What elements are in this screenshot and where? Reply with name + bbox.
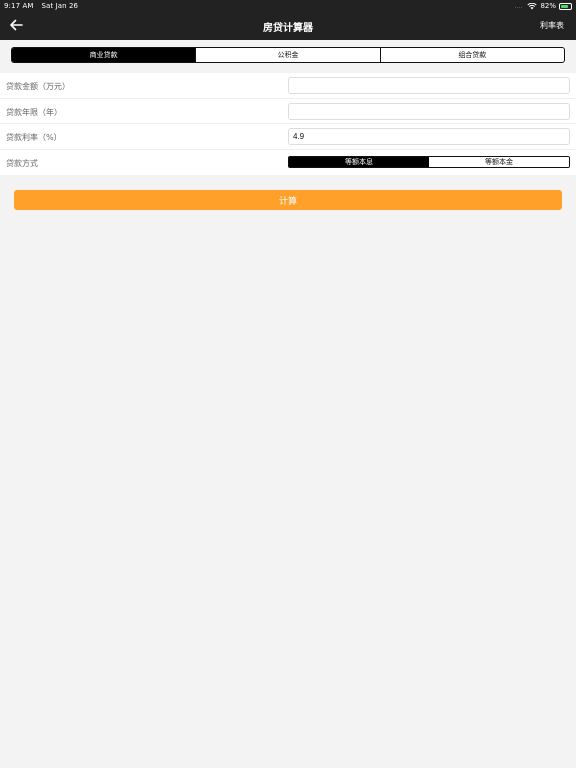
signal-dots: .... xyxy=(514,2,523,10)
tab-commercial-loan[interactable]: 商业贷款 xyxy=(12,48,196,62)
wifi-icon xyxy=(527,2,538,9)
method-label: 贷款方式 xyxy=(6,158,38,168)
battery-fill xyxy=(561,4,569,8)
rate-row: 贷款利率（%） xyxy=(0,124,576,150)
term-row: 贷款年限（年） xyxy=(0,99,576,124)
tab-combined-loan[interactable]: 组合贷款 xyxy=(379,48,564,62)
loan-type-tabs: 商业贷款 公积金 组合贷款 xyxy=(11,47,565,63)
status-right: .... 82% xyxy=(515,2,572,10)
status-bar: 9:17 AM Sat Jan 26 .... 82% xyxy=(0,0,576,12)
status-left: 9:17 AM Sat Jan 26 xyxy=(4,2,78,10)
status-date: Sat Jan 26 xyxy=(41,2,79,10)
amount-label: 贷款金额（万元） xyxy=(6,82,70,91)
page-title: 房贷计算器 xyxy=(263,23,313,34)
calculate-button[interactable]: 计算 xyxy=(14,190,562,210)
amount-row: 贷款金额（万元） xyxy=(0,73,576,99)
method-row: 贷款方式 等额本息 等额本金 xyxy=(0,150,576,176)
amount-input[interactable] xyxy=(288,77,570,94)
equal-installment-option[interactable]: 等额本息 xyxy=(289,156,429,167)
rate-input[interactable] xyxy=(288,128,570,145)
loan-form: 贷款金额（万元） 贷款年限（年） 贷款利率（%） 贷款方式 等额本息 等额本金 xyxy=(0,73,576,175)
nav-bar: 房贷计算器 利率表 xyxy=(0,12,576,40)
battery-icon xyxy=(559,2,572,10)
rate-label: 贷款利率（%） xyxy=(6,133,62,142)
repayment-method-segment: 等额本息 等额本金 xyxy=(288,155,570,168)
battery-percent: 82% xyxy=(540,2,556,10)
equal-principal-option[interactable]: 等额本金 xyxy=(429,156,569,167)
rate-table-link[interactable]: 利率表 xyxy=(540,20,564,31)
status-time: 9:17 AM xyxy=(4,2,34,10)
term-input[interactable] xyxy=(288,102,570,120)
term-label: 贷款年限（年） xyxy=(6,107,62,117)
tab-provident-fund[interactable]: 公积金 xyxy=(195,48,379,62)
